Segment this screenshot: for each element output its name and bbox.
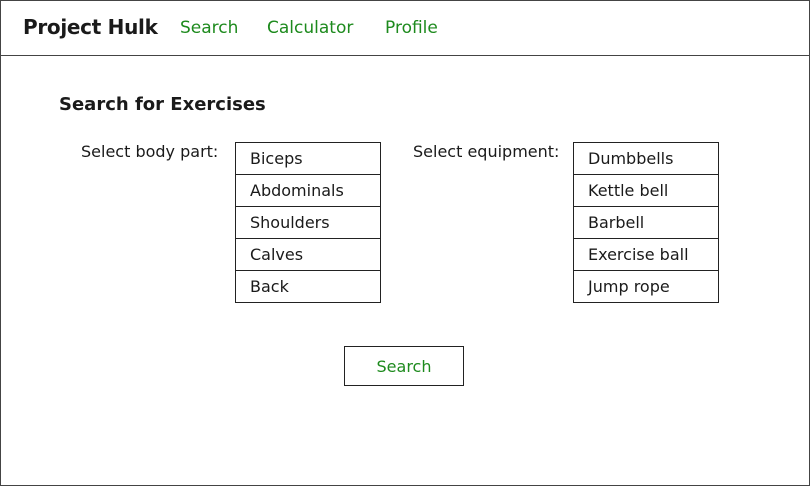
body-part-option[interactable]: Biceps xyxy=(236,143,380,175)
body-part-option[interactable]: Abdominals xyxy=(236,175,380,207)
body-part-option[interactable]: Shoulders xyxy=(236,207,380,239)
nav-link-calculator[interactable]: Calculator xyxy=(267,18,353,38)
equipment-option[interactable]: Barbell xyxy=(574,207,718,239)
nav-link-search[interactable]: Search xyxy=(180,18,238,38)
body-part-option[interactable]: Back xyxy=(236,271,380,303)
equipment-option[interactable]: Kettle bell xyxy=(574,175,718,207)
page-title: Search for Exercises xyxy=(59,94,266,115)
equipment-option[interactable]: Exercise ball xyxy=(574,239,718,271)
equipment-option[interactable]: Dumbbells xyxy=(574,143,718,175)
brand-logo[interactable]: Project Hulk xyxy=(23,15,158,39)
search-button[interactable]: Search xyxy=(344,346,464,386)
body-part-label: Select body part: xyxy=(81,142,219,161)
navbar: Project Hulk Search Calculator Profile xyxy=(1,1,809,56)
body-part-list[interactable]: Biceps Abdominals Shoulders Calves Back xyxy=(235,142,381,303)
equipment-label: Select equipment: xyxy=(413,142,560,161)
nav-link-profile[interactable]: Profile xyxy=(385,18,438,38)
body-part-option[interactable]: Calves xyxy=(236,239,380,271)
app-window: Project Hulk Search Calculator Profile S… xyxy=(0,0,810,486)
equipment-list[interactable]: Dumbbells Kettle bell Barbell Exercise b… xyxy=(573,142,719,303)
equipment-option[interactable]: Jump rope xyxy=(574,271,718,303)
